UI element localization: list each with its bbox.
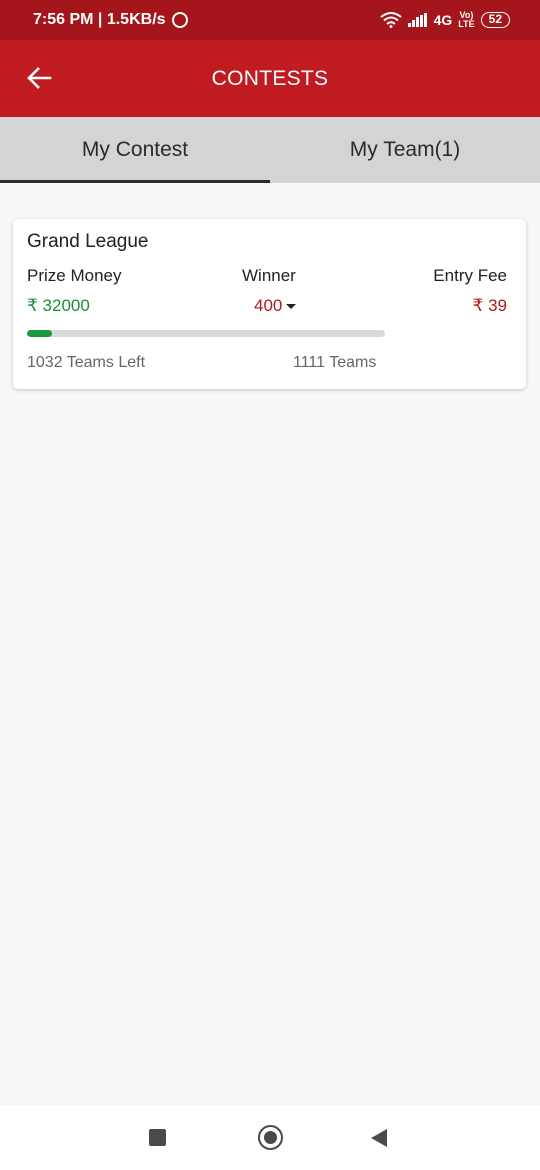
prize-money-label: Prize Money [27,266,122,285]
status-left: 7:56 PM | 1.5KB/s [33,11,188,29]
contest-card[interactable]: Grand League Prize Money Winner Entry Fe… [13,219,526,389]
square-icon[interactable] [149,1129,166,1146]
entry-fee-label: Entry Fee [433,266,507,285]
triangle-back-icon[interactable] [371,1129,387,1147]
status-time-speed: 7:56 PM | 1.5KB/s [33,11,166,28]
winner-dropdown[interactable]: 400 [254,296,297,316]
contest-title: Grand League [27,231,149,252]
prize-money-value: ₹ 32000 [27,296,90,315]
tab-bar: My Contest My Team(1) [0,117,540,183]
winner-label: Winner [242,266,296,285]
teams-left: 1032 Teams Left [27,354,146,371]
volte-indicator: Vo) LTE [458,11,474,29]
status-right: 4G Vo) LTE 52 [379,11,510,29]
tab-label: My Team(1) [349,138,461,161]
alarm-icon [171,12,188,28]
tab-label: My Contest [81,138,189,161]
entry-fee-value: ₹ 39 [472,296,507,315]
tab-my-contest[interactable]: My Contest [0,117,270,183]
teams-progress-bar [27,330,385,337]
battery-indicator: 52 [480,12,510,28]
page-title: CONTESTS [211,66,329,90]
tab-my-team[interactable]: My Team(1) [270,117,540,183]
arrow-left-icon [27,67,52,89]
circle-icon[interactable] [258,1125,283,1150]
volte-bottom: LTE [458,19,475,29]
back-button[interactable] [26,64,52,92]
app-bar: CONTESTS [0,40,540,117]
caret-down-icon [286,304,297,309]
system-nav-bar [0,1105,540,1170]
status-bar: 7:56 PM | 1.5KB/s 4G Vo) LTE 52 [0,0,540,40]
wifi-icon [379,12,402,28]
teams-progress-fill [27,330,53,337]
network-type: 4G [433,12,453,28]
winner-value: 400 [254,296,283,315]
teams-total: 1111 Teams [293,354,377,371]
signal-icon [407,13,428,27]
